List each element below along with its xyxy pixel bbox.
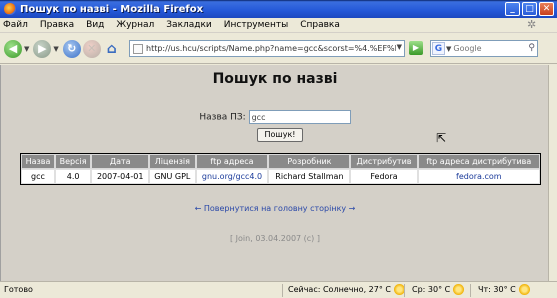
weather-thursday[interactable]: Чт: 30° C: [478, 284, 530, 295]
go-arrow-icon[interactable]: ▶: [409, 41, 423, 55]
sun-icon: [518, 284, 530, 295]
cell-ftp-link[interactable]: gnu.org/gcc4.0: [195, 169, 269, 184]
cell-distribution-ftp-link[interactable]: fedora.com: [417, 169, 540, 184]
throbber-icon: ✲: [527, 18, 537, 31]
page-icon: [133, 43, 143, 54]
menu-view[interactable]: Вид: [86, 20, 104, 30]
cell-name: gcc: [21, 169, 55, 184]
column-header-license: Ліцензія: [149, 154, 196, 169]
magnifier-icon[interactable]: ⚲: [528, 43, 535, 53]
back-arrow-icon[interactable]: ◀: [4, 39, 22, 58]
status-divider: [470, 284, 471, 297]
menu-bookmarks[interactable]: Закладки: [166, 20, 212, 30]
sun-icon: [453, 284, 465, 295]
column-header-distribution: Дистрибутив: [350, 154, 418, 169]
close-button[interactable]: ✕: [539, 2, 554, 16]
home-icon[interactable]: ⌂: [103, 40, 121, 58]
column-header-version: Версія: [54, 154, 92, 169]
table-header-row: Назва Версія Дата Ліцензія ftp адреса Ро…: [21, 154, 540, 169]
status-divider: [282, 284, 283, 297]
column-header-date: Дата: [91, 154, 150, 169]
page-content: Пошук по назві Назва ПЗ: Пошук! ⇱ Назва …: [0, 65, 548, 281]
menu-history[interactable]: Журнал: [116, 20, 154, 30]
weather-wednesday[interactable]: Ср: 30° C: [412, 284, 465, 295]
search-box[interactable]: G ▼ ⚲: [430, 40, 538, 57]
vertical-scrollbar[interactable]: [548, 65, 557, 281]
mouse-cursor-icon: ⇱: [436, 131, 447, 145]
weather-wednesday-label: Ср: 30° C: [412, 285, 451, 294]
software-name-input[interactable]: [248, 110, 351, 124]
status-text: Готово: [4, 285, 33, 294]
window-titlebar: Пошук по назві - Mozilla Firefox _ □ ✕: [0, 0, 557, 18]
search-submit-button[interactable]: Пошук!: [257, 128, 303, 142]
cell-version: 4.0: [54, 169, 92, 184]
column-header-distribution-ftp: ftp адреса дистрибутива: [417, 154, 540, 169]
software-name-label: Назва ПЗ:: [199, 112, 246, 123]
address-bar[interactable]: ▼: [129, 40, 405, 57]
cell-date: 2007-04-01: [91, 169, 150, 184]
menu-file[interactable]: Файл: [3, 20, 28, 30]
forward-arrow-icon[interactable]: ▶: [33, 39, 52, 58]
cell-distribution: Fedora: [350, 169, 418, 184]
url-dropdown-icon[interactable]: ▼: [397, 43, 402, 51]
menu-tools[interactable]: Инструменты: [224, 20, 288, 30]
cell-developer: Richard Stallman: [268, 169, 351, 184]
weather-thursday-label: Чт: 30° C: [478, 285, 516, 294]
menu-bar: Файл Правка Вид Журнал Закладки Инструме…: [0, 18, 557, 33]
weather-now-label: Сейчас: Солнечно, 27° C: [288, 285, 391, 294]
search-form: Назва ПЗ:: [1, 110, 549, 124]
google-icon[interactable]: G: [432, 42, 445, 55]
stop-icon[interactable]: ✕: [82, 39, 101, 58]
search-input[interactable]: [453, 44, 524, 53]
search-engine-dropdown-icon[interactable]: ▼: [446, 45, 451, 53]
status-divider: [404, 284, 405, 297]
forward-history-dropdown-icon[interactable]: ▼: [53, 45, 58, 53]
results-table: Назва Версія Дата Ліцензія ftp адреса Ро…: [20, 153, 541, 185]
menu-edit[interactable]: Правка: [40, 20, 74, 30]
page-title: Пошук по назві: [212, 71, 338, 87]
column-header-name: Назва: [21, 154, 55, 169]
menu-help[interactable]: Справка: [300, 20, 340, 30]
minimize-button[interactable]: _: [505, 2, 520, 16]
column-header-developer: Розробник: [268, 154, 351, 169]
window-title: Пошук по назві - Mozilla Firefox: [20, 3, 204, 15]
status-bar: Готово Сейчас: Солнечно, 27° C Ср: 30° C…: [0, 281, 557, 298]
back-to-home-link[interactable]: ← Повернутися на головну сторінку →: [1, 204, 549, 213]
weather-now[interactable]: Сейчас: Солнечно, 27° C: [288, 284, 405, 295]
maximize-button[interactable]: □: [522, 2, 537, 16]
cell-license: GNU GPL: [149, 169, 196, 184]
page-footer: [ Join, 03.04.2007 (c) ]: [230, 234, 320, 243]
reload-icon[interactable]: ↻: [62, 39, 81, 58]
window-controls: _ □ ✕: [505, 2, 554, 16]
url-input[interactable]: [146, 44, 396, 53]
firefox-icon: [4, 3, 16, 15]
back-history-dropdown-icon[interactable]: ▼: [24, 45, 29, 53]
column-header-ftp: ftp адреса: [195, 154, 269, 169]
table-row: gcc 4.0 2007-04-01 GNU GPL gnu.org/gcc4.…: [21, 169, 540, 184]
